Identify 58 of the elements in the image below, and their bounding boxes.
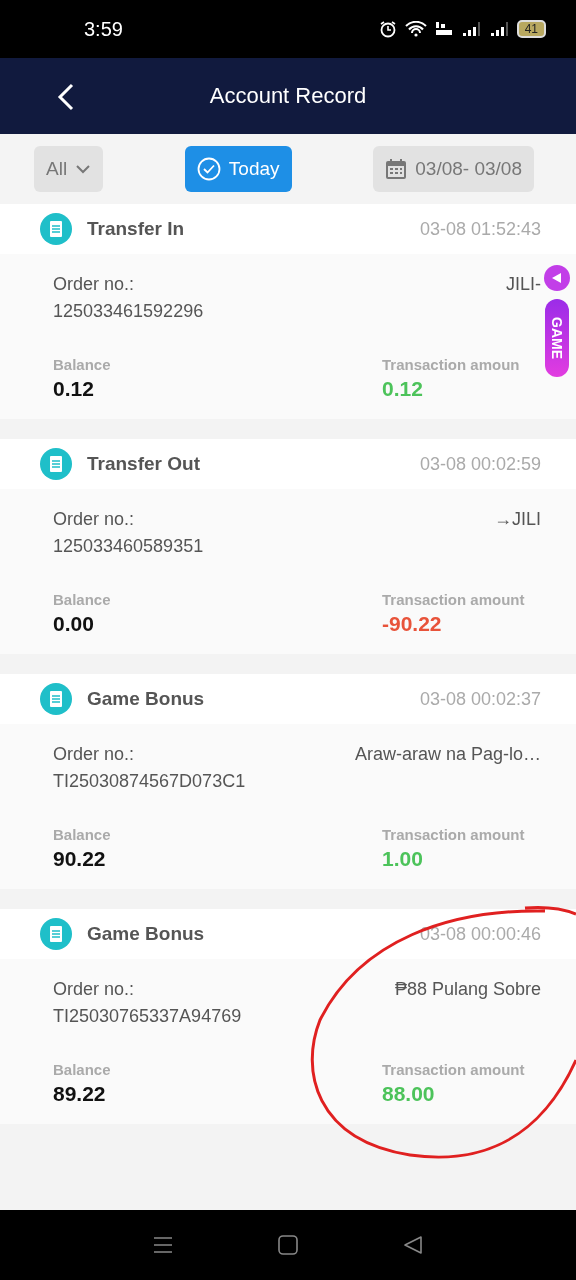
back-icon[interactable] [403, 1235, 423, 1255]
balance-label: Balance [53, 826, 112, 843]
record-type: Game Bonus [87, 688, 205, 710]
check-circle-icon [196, 157, 221, 181]
record-detail: →JILI [494, 509, 541, 530]
type-dropdown[interactable]: All [34, 146, 104, 192]
chevron-down-icon [75, 164, 92, 174]
page-title: Account Record [209, 83, 367, 109]
home-icon[interactable] [278, 1235, 298, 1255]
balance-value: 89.22 [53, 1082, 107, 1106]
order-number: 125033461592296 [53, 301, 205, 322]
amount-value: 88.00 [382, 1082, 436, 1106]
order-number: TI25030765337A94769 [53, 1006, 243, 1027]
alarm-icon [378, 20, 397, 38]
amount-label: Transaction amount [382, 1061, 525, 1078]
receipt-icon [40, 683, 72, 715]
signal-icon [460, 21, 481, 37]
today-button[interactable]: Today [184, 146, 292, 192]
receipt-icon [40, 213, 72, 245]
balance-label: Balance [53, 591, 112, 608]
status-time: 3:59 [84, 17, 123, 41]
order-label: Order no.: [53, 744, 135, 765]
date-range-button[interactable]: 03/08- 03/08 [373, 146, 534, 192]
record-detail: ₱88 Pulang Sobre [394, 979, 541, 1000]
order-number: 125033460589351 [53, 536, 205, 557]
record-detail: Araw-araw na Pag-lo… [354, 744, 541, 765]
order-number: TI25030874567D073C1 [53, 771, 247, 792]
menu-icon[interactable] [153, 1235, 173, 1255]
balance-value: 0.00 [53, 612, 95, 636]
record-time: 03-08 00:02:37 [419, 688, 541, 710]
order-label: Order no.: [53, 509, 135, 530]
balance-label: Balance [53, 1061, 112, 1078]
wifi-icon [404, 21, 427, 37]
amount-value: 1.00 [382, 847, 424, 871]
record-time: 03-08 01:52:43 [419, 218, 541, 240]
balance-label: Balance [53, 356, 112, 373]
receipt-icon [40, 918, 72, 950]
amount-value: 0.12 [382, 377, 424, 401]
record-type: Transfer In [87, 218, 185, 240]
amount-label: Transaction amoun [382, 356, 520, 373]
balance-value: 90.22 [53, 847, 107, 871]
record-time: 03-08 00:02:59 [419, 453, 541, 475]
calendar-icon [385, 158, 408, 180]
battery-level: 41 [516, 20, 546, 38]
order-label: Order no.: [53, 274, 135, 295]
receipt-icon [40, 448, 72, 480]
record-detail: JILI- [506, 274, 541, 295]
order-label: Order no.: [53, 979, 135, 1000]
record-type: Game Bonus [87, 923, 205, 945]
amount-label: Transaction amount [382, 591, 525, 608]
record-type: Transfer Out [87, 453, 200, 475]
game-badge[interactable]: GAME [545, 299, 569, 377]
amount-label: Transaction amount [382, 826, 525, 843]
amount-value: -90.22 [382, 612, 443, 636]
signal-icon [488, 21, 509, 37]
record-time: 03-08 00:00:46 [419, 923, 541, 945]
triangle-icon [550, 271, 564, 285]
balance-value: 0.12 [53, 377, 95, 401]
